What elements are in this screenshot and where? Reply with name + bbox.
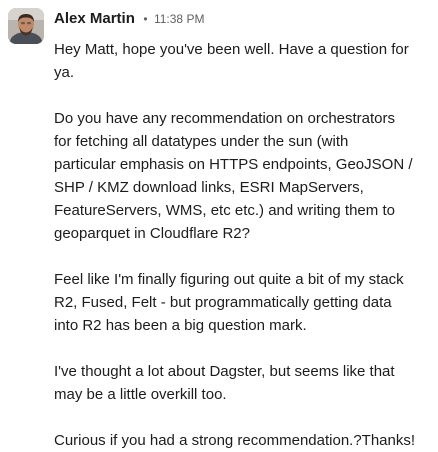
message-paragraph: Do you have any recommendation on orches… [54,110,413,242]
message-paragraph: Curious if you had a strong recommendati… [54,432,416,449]
author-name[interactable]: Alex Martin [54,10,135,27]
message-content: Alex Martin • 11:38 PM Hey Matt, hope yo… [54,6,432,452]
message-header: Alex Martin • 11:38 PM [54,6,432,32]
message-paragraph: I've thought a lot about Dagster, but se… [54,363,395,403]
chat-message: Alex Martin • 11:38 PM Hey Matt, hope yo… [0,0,438,449]
message-paragraph: Feel like I'm finally figuring out quite… [54,271,404,334]
avatar[interactable] [8,8,44,44]
message-timestamp[interactable]: 11:38 PM [154,12,204,26]
message-body: Hey Matt, hope you've been well. Have a … [54,38,432,452]
separator-dot: • [143,12,148,26]
user-photo-icon [8,8,44,44]
message-paragraph: Hey Matt, hope you've been well. Have a … [54,41,409,81]
